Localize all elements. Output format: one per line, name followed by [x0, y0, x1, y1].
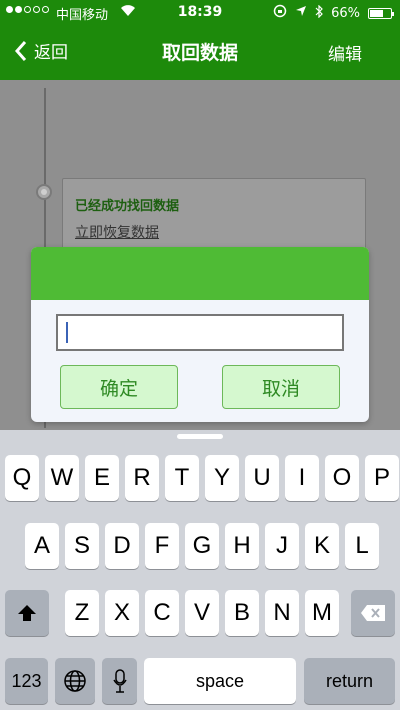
navigation-bar: 返回 取回数据 编辑	[0, 26, 400, 80]
key-r[interactable]: R	[125, 455, 159, 501]
dialog-header	[31, 247, 369, 300]
key-y[interactable]: Y	[205, 455, 239, 501]
microphone-icon	[112, 669, 127, 693]
location-icon	[295, 5, 307, 21]
confirm-button[interactable]: 确定	[60, 365, 178, 409]
orientation-lock-icon	[273, 4, 287, 22]
backspace-icon	[361, 605, 385, 621]
status-bar: 中国移动 18:39 66%	[0, 0, 400, 26]
key-p[interactable]: P	[365, 455, 399, 501]
dialog-input[interactable]	[56, 314, 344, 351]
bluetooth-icon	[315, 4, 323, 22]
cancel-button[interactable]: 取消	[222, 365, 340, 409]
key-o[interactable]: O	[325, 455, 359, 501]
key-u[interactable]: U	[245, 455, 279, 501]
key-m[interactable]: M	[305, 590, 339, 636]
globe-key[interactable]	[55, 658, 95, 704]
keyboard-handle	[177, 434, 223, 439]
key-c[interactable]: C	[145, 590, 179, 636]
delete-key[interactable]	[351, 590, 395, 636]
key-q[interactable]: Q	[5, 455, 39, 501]
microphone-key[interactable]	[102, 658, 137, 704]
input-dialog: 确定 取消	[31, 247, 369, 422]
key-h[interactable]: H	[225, 523, 259, 569]
key-j[interactable]: J	[265, 523, 299, 569]
key-s[interactable]: S	[65, 523, 99, 569]
key-e[interactable]: E	[85, 455, 119, 501]
return-key[interactable]: return	[304, 658, 395, 704]
shift-key[interactable]	[5, 590, 49, 636]
key-l[interactable]: L	[345, 523, 379, 569]
recovery-card: 已经成功找回数据 立即恢复数据	[62, 178, 366, 258]
key-d[interactable]: D	[105, 523, 139, 569]
text-caret	[66, 322, 68, 343]
keyboard: Q W E R T Y U I O P A S D F G H J K L Z X C V B N M 123 space return	[0, 430, 400, 710]
key-x[interactable]: X	[105, 590, 139, 636]
timeline-node-icon	[36, 184, 52, 200]
found-message: 已经成功找回数据	[75, 199, 180, 214]
globe-icon	[64, 670, 86, 692]
edit-button[interactable]: 编辑	[328, 40, 362, 65]
key-v[interactable]: V	[185, 590, 219, 636]
shift-arrow-icon	[18, 605, 36, 621]
key-n[interactable]: N	[265, 590, 299, 636]
key-a[interactable]: A	[25, 523, 59, 569]
key-b[interactable]: B	[225, 590, 259, 636]
key-z[interactable]: Z	[65, 590, 99, 636]
restore-link[interactable]: 立即恢复数据	[75, 222, 159, 242]
key-k[interactable]: K	[305, 523, 339, 569]
battery-percent: 66%	[331, 5, 360, 21]
key-g[interactable]: G	[185, 523, 219, 569]
top-bar: 中国移动 18:39 66% 返回 取回数据 编辑	[0, 0, 400, 80]
space-key[interactable]: space	[144, 658, 296, 704]
key-f[interactable]: F	[145, 523, 179, 569]
battery-icon	[368, 7, 394, 19]
key-i[interactable]: I	[285, 455, 319, 501]
key-w[interactable]: W	[45, 455, 79, 501]
key-t[interactable]: T	[165, 455, 199, 501]
numbers-key[interactable]: 123	[5, 658, 48, 704]
